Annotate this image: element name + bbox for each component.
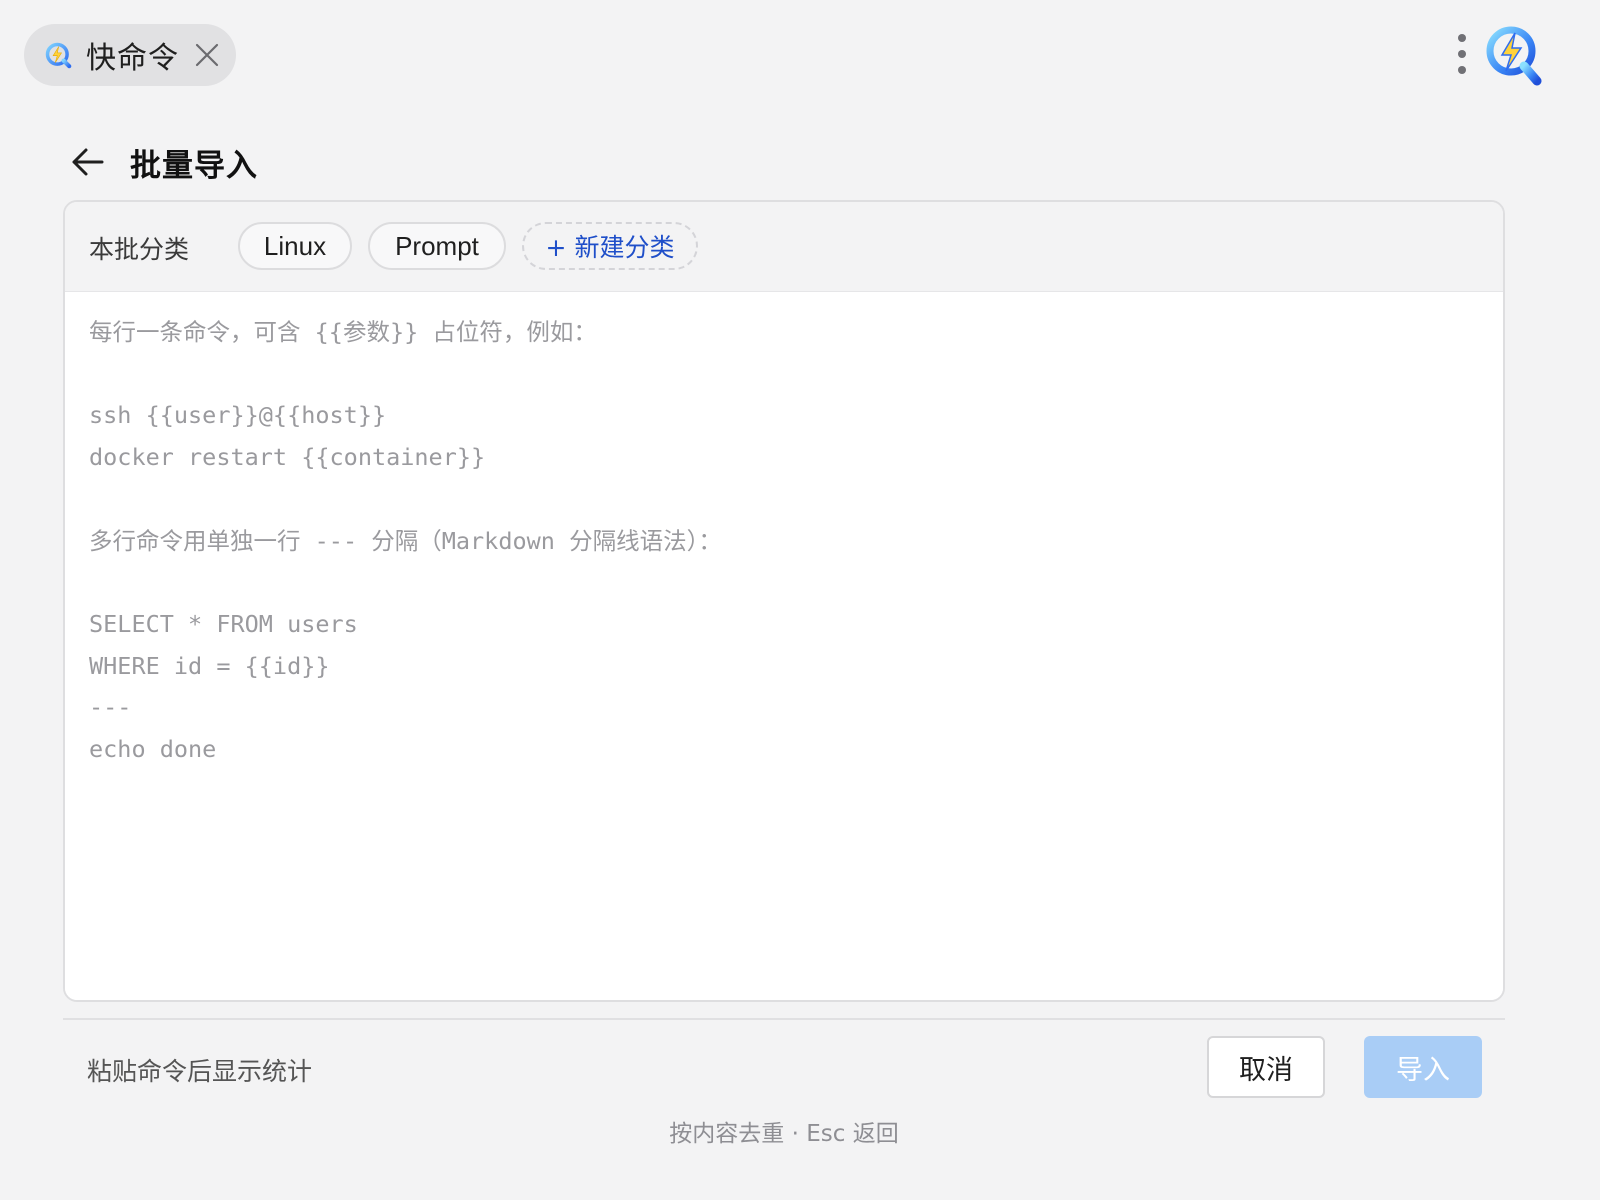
app-window: 快命令 批量导入 本批分类 Linux Prompt + 新建分类 每行一条命令… [0, 0, 1568, 1176]
import-panel: 本批分类 Linux Prompt + 新建分类 [63, 200, 1505, 1002]
stats-text: 粘贴命令后显示统计 [87, 1057, 313, 1086]
back-arrow-icon[interactable] [68, 142, 108, 182]
app-logo-icon [1486, 26, 1542, 86]
more-vertical-icon[interactable] [1450, 32, 1474, 76]
keyboard-hint: 按内容去重 · Esc 返回 [669, 1121, 899, 1147]
category-bar: 本批分类 Linux Prompt + 新建分类 [65, 202, 1503, 292]
category-label: 本批分类 [89, 235, 190, 264]
commands-textarea[interactable] [65, 292, 1503, 1000]
app-tab[interactable]: 快命令 [24, 24, 236, 86]
app-tab-label: 快命令 [86, 41, 179, 76]
page-title: 批量导入 [130, 148, 258, 184]
app-logo-icon [45, 42, 72, 69]
close-icon[interactable] [192, 40, 222, 70]
footer-divider [63, 1018, 1505, 1020]
import-button[interactable]: 导入 [1364, 1036, 1482, 1098]
category-chip-linux[interactable]: Linux [238, 222, 352, 270]
new-category-button[interactable]: + 新建分类 [522, 222, 698, 270]
cancel-button[interactable]: 取消 [1207, 1036, 1325, 1098]
category-chip-prompt[interactable]: Prompt [368, 222, 506, 270]
